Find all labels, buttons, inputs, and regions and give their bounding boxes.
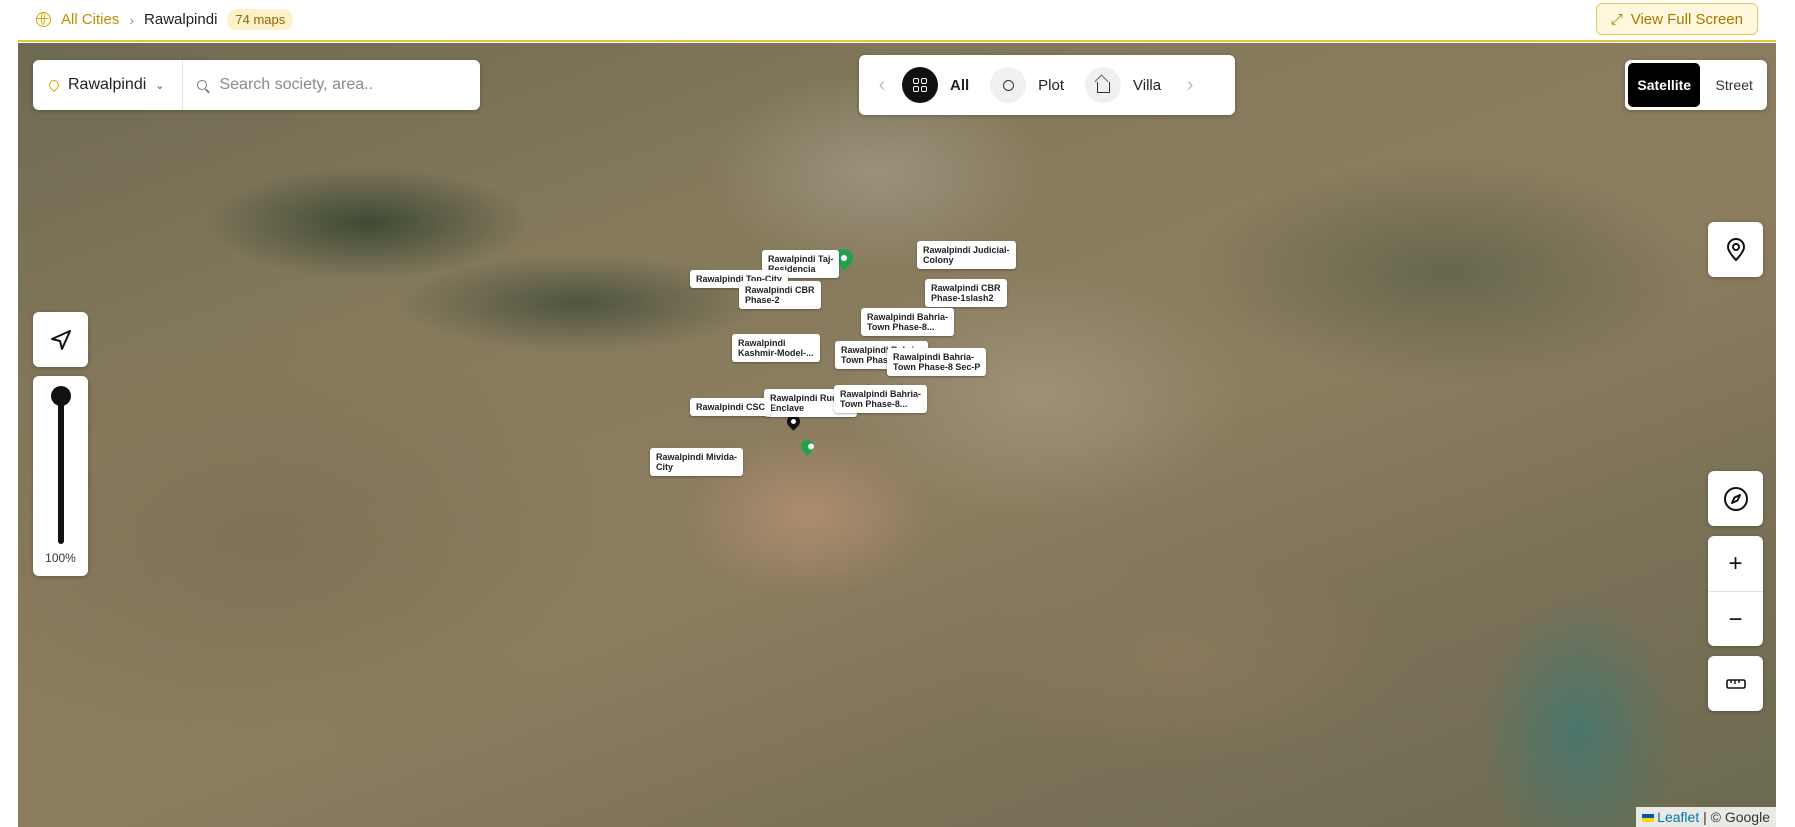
map-label[interactable]: Rawalpindi Mivida- City [650, 448, 744, 476]
attribution-text: | © Google [1703, 809, 1770, 825]
map-label[interactable]: Rawalpindi Bahria- Town Phase-8 Sec-P [887, 348, 987, 376]
ukraine-flag-icon [1642, 814, 1655, 822]
zoom-in-button[interactable]: + [1708, 536, 1763, 591]
map-label[interactable]: Rawalpindi Judicial- Colony [917, 241, 1016, 269]
map-label[interactable]: Rawalpindi CBR Phase-1slash2 [925, 279, 1007, 307]
globe-icon [36, 12, 51, 27]
map-label[interactable]: Rawalpindi Bahria- Town Phase-8... [834, 385, 928, 413]
map-label[interactable]: Rawalpindi Kashmir-Model-... [732, 334, 820, 362]
property-type-filter: ‹ All Plot Villa › [859, 55, 1235, 115]
compass-button[interactable] [1708, 471, 1763, 526]
zoom-slider[interactable]: 100% [33, 376, 88, 576]
satellite-layer-button[interactable]: Satellite [1628, 63, 1701, 107]
zoom-out-button[interactable]: − [1708, 591, 1763, 647]
ruler-icon [1725, 678, 1746, 689]
zoom-slider-track[interactable] [58, 394, 64, 544]
circle-icon [990, 67, 1027, 103]
city-select-value: Rawalpindi [68, 76, 147, 93]
my-location-button[interactable] [1708, 222, 1763, 277]
zoom-level-value: 100% [45, 551, 76, 565]
filter-all-label: All [950, 76, 970, 94]
map-marker[interactable] [798, 437, 817, 456]
filter-plot[interactable]: Plot [987, 64, 1076, 106]
search-box [183, 60, 480, 110]
navigate-button[interactable] [33, 312, 88, 367]
street-layer-button[interactable]: Street [1704, 63, 1764, 107]
filter-all[interactable]: All [899, 64, 981, 106]
expand-icon: ⤢ [1610, 10, 1623, 28]
filter-plot-label: Plot [1038, 76, 1065, 94]
chevron-down-icon: ⌄ [155, 79, 165, 92]
scroll-right-arrow-icon[interactable]: › [1179, 74, 1201, 97]
measure-button[interactable] [1708, 656, 1763, 711]
city-select[interactable]: Rawalpindi ⌄ [33, 60, 184, 110]
navigation-arrow-icon [50, 329, 71, 350]
zoom-slider-handle[interactable] [51, 386, 71, 406]
map-label[interactable]: Rawalpindi Bahria- Town Phase-8... [861, 308, 955, 336]
map-canvas[interactable]: Rawalpindi ⌄ ‹ All Plot Villa › Satellit… [18, 43, 1776, 827]
scroll-left-arrow-icon[interactable]: ‹ [871, 74, 893, 97]
zoom-controls: + − [1708, 536, 1763, 646]
view-full-screen-label: View Full Screen [1630, 10, 1743, 28]
map-label[interactable]: Rawalpindi CSC [690, 398, 772, 416]
maps-count-badge: 74 maps [227, 9, 294, 30]
view-full-screen-button[interactable]: ⤢ View Full Screen [1595, 3, 1758, 35]
leaflet-link[interactable]: Leaflet [1657, 809, 1699, 825]
filter-villa[interactable]: Villa [1082, 64, 1173, 106]
top-bar: All Cities › Rawalpindi 74 maps ⤢ View F… [18, 0, 1776, 42]
map-layer-toggle: Satellite Street [1625, 60, 1767, 110]
breadcrumb-current-city: Rawalpindi [144, 11, 218, 28]
location-pin-icon [46, 77, 62, 93]
chevron-right-icon: › [129, 11, 135, 28]
search-icon [197, 80, 208, 90]
breadcrumb: All Cities › Rawalpindi 74 maps [36, 9, 294, 30]
map-pin-icon [1726, 237, 1745, 261]
home-icon [1085, 67, 1122, 103]
breadcrumb-all-cities[interactable]: All Cities [61, 11, 119, 28]
search-input[interactable] [217, 75, 462, 95]
map-attribution: Leaflet | © Google [1636, 807, 1776, 827]
filter-villa-label: Villa [1133, 76, 1162, 94]
map-label[interactable]: Rawalpindi CBR Phase-2 [739, 281, 821, 309]
grid-icon [902, 67, 938, 103]
search-panel: Rawalpindi ⌄ [33, 60, 480, 110]
compass-icon [1723, 486, 1748, 511]
